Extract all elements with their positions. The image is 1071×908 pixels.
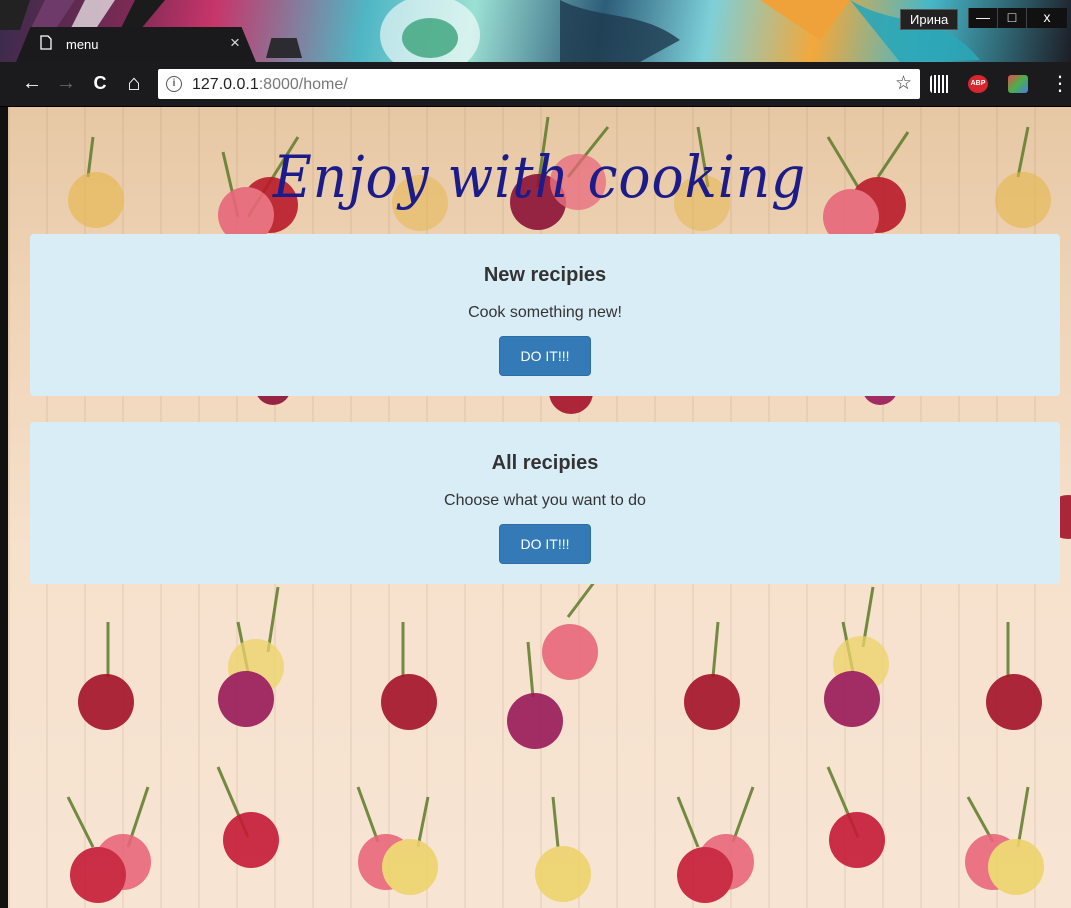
back-button[interactable]: ← [18,69,46,97]
profile-badge[interactable]: Ирина [900,9,959,30]
adblock-icon[interactable]: ABP [968,75,988,93]
card-new-recipes: New recipies Cook something new! DO IT!!… [30,234,1060,396]
card-all-recipes: All recipies Choose what you want to do … [30,422,1060,584]
tab-title: menu [66,37,99,52]
card-title: New recipies [483,264,607,286]
browser-menu-icon[interactable]: ⋮ [1050,71,1070,97]
minimize-button[interactable]: — [968,8,997,28]
window-titlebar: menu × Ирина — □ x [0,0,1071,62]
home-button[interactable]: ⌂ [120,69,148,97]
bookmark-star-icon[interactable]: ☆ [895,72,912,95]
site-title: Enjoy with cooking [272,143,807,211]
card-title: All recipies [491,452,599,474]
new-tab-button[interactable] [266,38,302,58]
address-bar[interactable]: i 127.0.0.1:8000/home/ ☆ [158,69,920,99]
card-text: Cook something new! [468,304,622,321]
new-recipes-button[interactable]: DO IT!!! [499,336,591,376]
url-host: 127.0.0.1 [192,76,259,93]
url-text: 127.0.0.1:8000/home/ [192,76,348,94]
site-info-icon[interactable]: i [166,76,182,92]
forward-button[interactable]: → [52,69,80,97]
tab-close-icon[interactable]: × [230,33,240,53]
window-left-border [0,107,8,908]
reload-button[interactable]: C [86,69,114,97]
page-viewport: Enjoy with cooking New recipies Cook som… [8,107,1071,908]
extension-color-icon[interactable] [1008,75,1028,93]
browser-tab[interactable]: menu × [16,27,256,62]
close-window-button[interactable]: x [1026,8,1067,28]
extension-barcode-icon[interactable] [930,75,950,93]
browser-toolbar: ← → C ⌂ i 127.0.0.1:8000/home/ ☆ ABP ⋮ [0,62,1071,107]
card-text: Choose what you want to do [444,492,646,509]
url-path: :8000/home/ [258,76,348,93]
maximize-button[interactable]: □ [997,8,1026,28]
all-recipes-button[interactable]: DO IT!!! [499,524,591,564]
